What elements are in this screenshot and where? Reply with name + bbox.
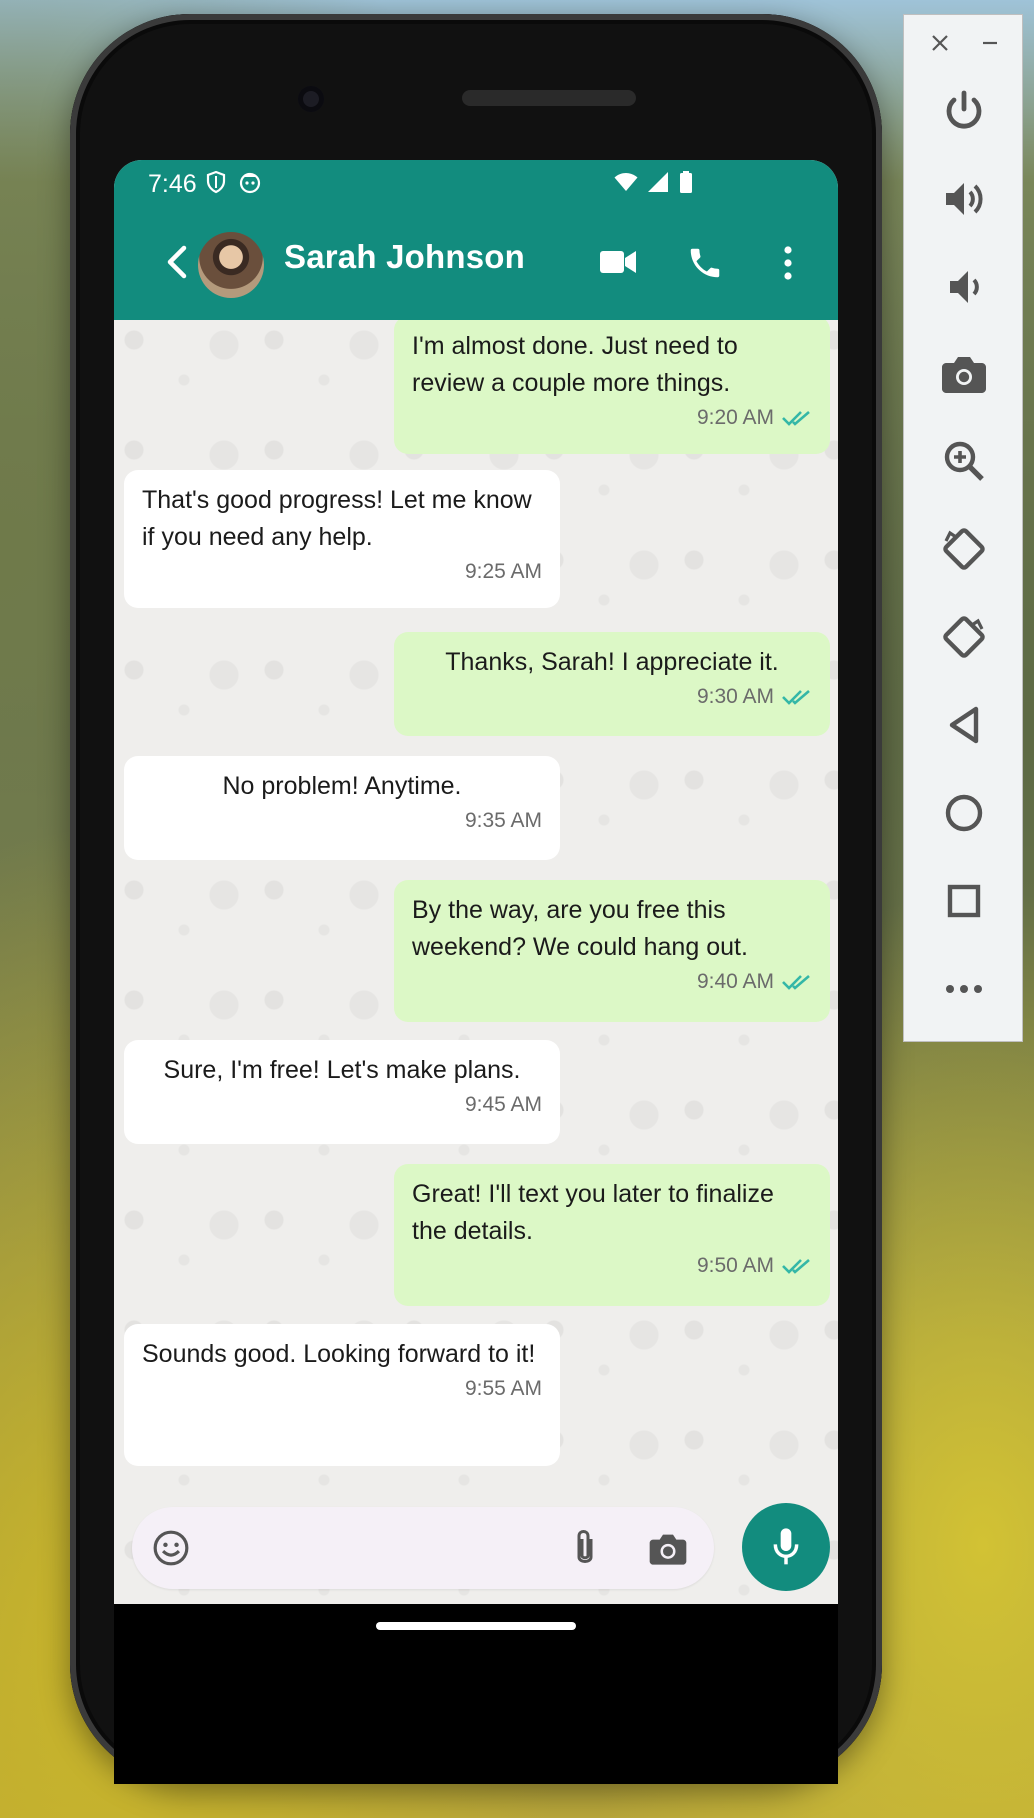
- attachment-icon[interactable]: [572, 1527, 598, 1569]
- power-icon[interactable]: [940, 87, 988, 135]
- close-icon[interactable]: [928, 31, 952, 55]
- phone-call-icon[interactable]: [686, 244, 724, 282]
- more-options-icon[interactable]: [780, 244, 796, 282]
- cell-signal-icon: [648, 172, 668, 192]
- chat-messages-area[interactable]: I'm almost done. Just need to review a c…: [114, 320, 838, 1604]
- message-bubble-outgoing[interactable]: I'm almost done. Just need to review a c…: [394, 320, 830, 454]
- contact-name[interactable]: Sarah Johnson: [284, 238, 525, 276]
- contact-avatar[interactable]: [198, 232, 264, 298]
- message-text: By the way, are you free this weekend? W…: [412, 896, 748, 961]
- message-text: Great! I'll text you later to finalize t…: [412, 1180, 774, 1245]
- message-time: 9:40 AM: [696, 970, 774, 993]
- message-text: Sure, I'm free! Let's make plans.: [163, 1056, 521, 1084]
- message-bubble-incoming[interactable]: Sounds good. Looking forward to it! 9:55…: [124, 1324, 560, 1466]
- message-bubble-incoming[interactable]: That's good progress! Let me know if you…: [124, 470, 560, 608]
- message-bubble-outgoing[interactable]: Thanks, Sarah! I appreciate it. 9:30 AM: [394, 632, 830, 736]
- message-time: 9:35 AM: [464, 809, 542, 832]
- system-navigation-bar: [114, 1604, 838, 1784]
- chat-header: Sarah Johnson: [114, 204, 838, 320]
- more-icon[interactable]: [940, 965, 988, 1013]
- shield-icon: [206, 170, 226, 194]
- volume-down-icon[interactable]: [940, 263, 988, 311]
- phone-screen: 7:46 Sarah Johnson I'm almost done. Just…: [114, 160, 838, 1604]
- volume-up-icon[interactable]: [940, 175, 988, 223]
- microphone-icon: [773, 1528, 799, 1565]
- message-time: 9:30 AM: [696, 685, 774, 708]
- rotate-right-icon[interactable]: [940, 613, 988, 661]
- message-text: Thanks, Sarah! I appreciate it.: [445, 648, 779, 676]
- message-text: Sounds good. Looking forward to it!: [142, 1340, 536, 1368]
- message-text: No problem! Anytime.: [222, 772, 462, 800]
- camera-icon[interactable]: [648, 1529, 688, 1567]
- read-receipt-icon: [782, 411, 810, 427]
- status-bar: 7:46: [114, 160, 838, 204]
- message-bubble-incoming[interactable]: Sure, I'm free! Let's make plans. 9:45 A…: [124, 1040, 560, 1144]
- emoji-icon[interactable]: [152, 1529, 190, 1567]
- notification-app-icon: [239, 172, 261, 194]
- earpiece-speaker: [462, 90, 636, 106]
- message-input[interactable]: [208, 1525, 512, 1573]
- rotate-left-icon[interactable]: [940, 525, 988, 573]
- camera-icon[interactable]: [940, 349, 988, 397]
- back-arrow-icon[interactable]: [160, 244, 194, 280]
- voice-record-button[interactable]: [742, 1503, 830, 1591]
- home-gesture-pill[interactable]: [376, 1622, 576, 1630]
- message-input-bar: [132, 1507, 714, 1589]
- emulator-toolbar: [903, 14, 1023, 1042]
- read-receipt-icon: [782, 1259, 810, 1275]
- read-receipt-icon: [782, 690, 810, 706]
- message-bubble-outgoing[interactable]: By the way, are you free this weekend? W…: [394, 880, 830, 1022]
- message-time: 9:20 AM: [696, 406, 774, 429]
- message-time: 9:55 AM: [464, 1377, 542, 1400]
- message-time: 9:25 AM: [464, 560, 542, 583]
- read-receipt-icon: [782, 975, 810, 991]
- back-icon[interactable]: [940, 701, 988, 749]
- message-text: That's good progress! Let me know if you…: [142, 486, 532, 551]
- message-text: I'm almost done. Just need to review a c…: [412, 332, 738, 397]
- battery-icon: [680, 171, 692, 193]
- message-bubble-incoming[interactable]: No problem! Anytime. 9:35 AM: [124, 756, 560, 860]
- status-time: 7:46: [148, 170, 197, 198]
- message-time: 9:45 AM: [464, 1093, 542, 1116]
- video-call-icon[interactable]: [598, 244, 638, 280]
- front-camera: [298, 86, 324, 112]
- minimize-icon[interactable]: [978, 31, 1002, 55]
- zoom-icon[interactable]: [940, 437, 988, 485]
- wifi-icon: [614, 173, 638, 191]
- message-bubble-outgoing[interactable]: Great! I'll text you later to finalize t…: [394, 1164, 830, 1306]
- home-icon[interactable]: [940, 789, 988, 837]
- message-time: 9:50 AM: [696, 1254, 774, 1277]
- overview-icon[interactable]: [940, 877, 988, 925]
